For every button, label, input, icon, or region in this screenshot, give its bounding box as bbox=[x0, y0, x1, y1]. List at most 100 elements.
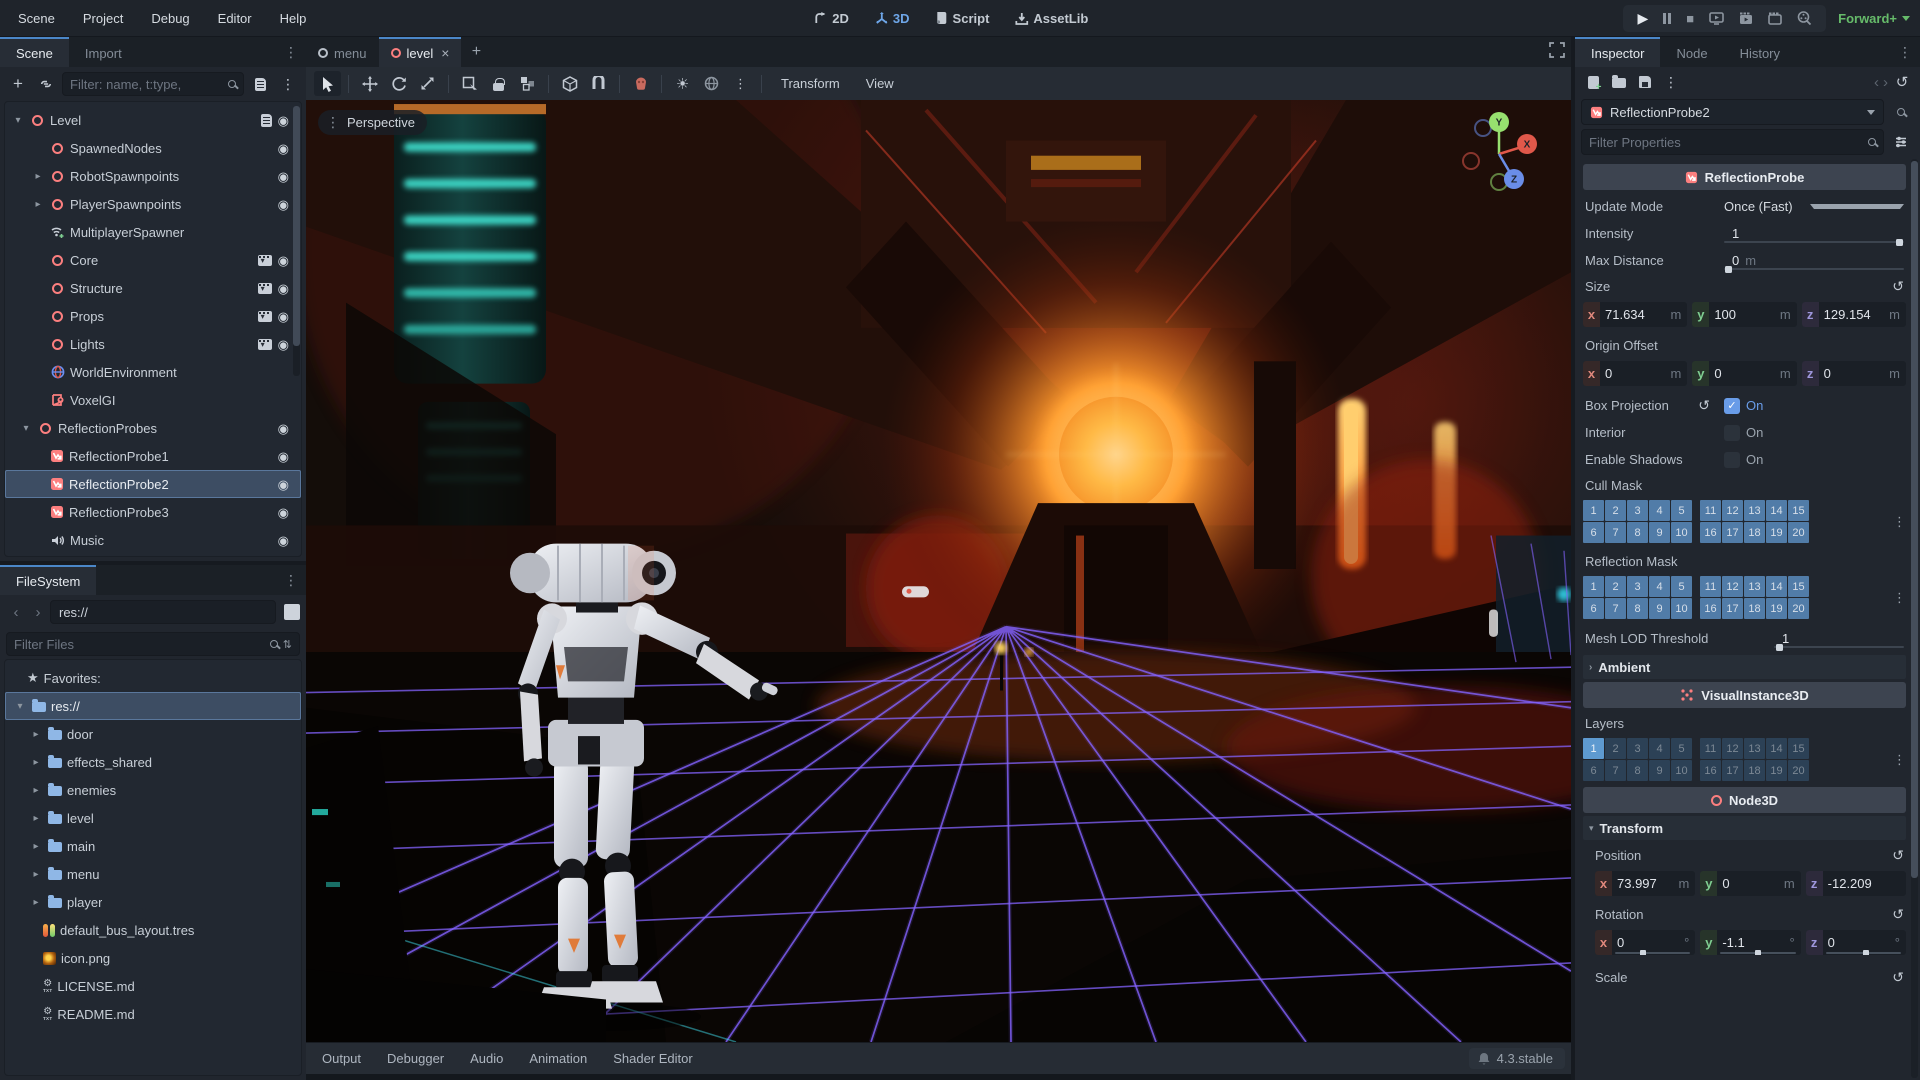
layer-cell-8[interactable]: 8 bbox=[1627, 598, 1648, 619]
class-header-reflectionprobe[interactable]: ReflectionProbe bbox=[1583, 164, 1906, 190]
layer-cell-2[interactable]: 2 bbox=[1605, 576, 1626, 597]
path-field[interactable]: res:// bbox=[50, 600, 276, 624]
movie-maker-button[interactable] bbox=[1797, 11, 1812, 25]
layer-cell-7[interactable]: 7 bbox=[1605, 598, 1626, 619]
layer-cell-11[interactable]: 11 bbox=[1700, 576, 1721, 597]
switch-assetlib-button[interactable]: AssetLib bbox=[1007, 8, 1096, 29]
layer-cell-13[interactable]: 13 bbox=[1744, 500, 1765, 521]
interior-checkbox[interactable] bbox=[1724, 424, 1740, 441]
layer-cell-12[interactable]: 12 bbox=[1722, 738, 1743, 759]
enable-shadows-checkbox[interactable] bbox=[1724, 451, 1740, 468]
layer-cell-9[interactable]: 9 bbox=[1649, 598, 1670, 619]
preview-menu-icon[interactable]: ⋮ bbox=[727, 71, 754, 96]
layers-grid[interactable]: 1 2 3 4 5 11 12 13 14 15 6 7 8 9 10 16 17 18 19 20 bbox=[1583, 738, 1809, 781]
visibility-eye-icon[interactable]: ◉ bbox=[278, 310, 289, 323]
visibility-eye-icon[interactable]: ◉ bbox=[278, 450, 289, 463]
fs-item-player[interactable]: ▸ player bbox=[5, 888, 301, 916]
scene-tree-scrollbar[interactable] bbox=[293, 106, 300, 376]
play-custom-scene-button[interactable] bbox=[1768, 12, 1782, 25]
lock-button[interactable] bbox=[485, 71, 512, 96]
mask-menu-icon[interactable]: ⋮ bbox=[1893, 514, 1906, 530]
view-axis-gizmo[interactable]: Y X Z bbox=[1455, 108, 1543, 196]
mask-menu-icon[interactable]: ⋮ bbox=[1893, 590, 1906, 606]
dock-menu-icon[interactable]: ⋮ bbox=[276, 565, 306, 595]
visibility-eye-icon[interactable]: ◉ bbox=[278, 534, 289, 547]
extra-settings-icon[interactable] bbox=[1888, 129, 1914, 155]
layer-cell-16[interactable]: 16 bbox=[1700, 760, 1721, 781]
list-select-button[interactable] bbox=[456, 71, 483, 96]
collapse-arrow-icon[interactable]: ▾ bbox=[13, 701, 27, 712]
layer-cell-1[interactable]: 1 bbox=[1583, 576, 1604, 597]
fs-item-res-root[interactable]: ▾ res:// bbox=[5, 692, 301, 720]
box-projection-checkbox[interactable]: ✓ bbox=[1724, 397, 1740, 414]
origin-x-field[interactable]: x0m bbox=[1583, 361, 1688, 386]
sort-icon[interactable]: ⇅ bbox=[283, 638, 292, 651]
rotation-y-field[interactable]: y -1.1 ° bbox=[1700, 930, 1801, 955]
reflection-mask-grid[interactable]: 1 2 3 4 5 11 12 13 14 15 6 7 8 9 10 16 17 18 19 20 bbox=[1583, 576, 1809, 619]
tab-inspector[interactable]: Inspector bbox=[1575, 37, 1661, 67]
visibility-eye-icon[interactable]: ◉ bbox=[278, 142, 289, 155]
layer-cell-17[interactable]: 17 bbox=[1722, 760, 1743, 781]
layer-cell-16[interactable]: 16 bbox=[1700, 598, 1721, 619]
rotate-mode-button[interactable] bbox=[385, 71, 412, 96]
tab-audio[interactable]: Audio bbox=[458, 1043, 515, 1074]
expand-arrow-icon[interactable]: ▸ bbox=[29, 897, 43, 908]
scene-filter[interactable] bbox=[62, 72, 244, 96]
layer-cell-2[interactable]: 2 bbox=[1605, 500, 1626, 521]
tab-level-scene[interactable]: level × bbox=[378, 37, 462, 67]
layer-cell-20[interactable]: 20 bbox=[1788, 598, 1809, 619]
snap-magnet-button[interactable] bbox=[585, 71, 612, 96]
object-history-icon[interactable]: ↺ bbox=[1890, 70, 1914, 94]
tab-filesystem[interactable]: FileSystem bbox=[0, 565, 97, 595]
editable-children-icon[interactable] bbox=[257, 310, 272, 322]
tab-node[interactable]: Node bbox=[1660, 37, 1723, 67]
scene-node-props[interactable]: Props ◉ bbox=[5, 302, 301, 330]
view-menu[interactable]: View bbox=[854, 76, 906, 91]
scene-node-reflectionprobe1[interactable]: ReflectionProbe1 ◉ bbox=[5, 442, 301, 470]
layer-cell-7[interactable]: 7 bbox=[1605, 760, 1626, 781]
stop-button[interactable]: ■ bbox=[1686, 11, 1694, 26]
renderer-dropdown[interactable]: Forward+ bbox=[1838, 11, 1910, 26]
scene-node-playerspawnpoints[interactable]: ▸ PlayerSpawnpoints ◉ bbox=[5, 190, 301, 218]
resource-menu-icon[interactable]: ⋮ bbox=[1659, 70, 1683, 94]
layer-cell-18[interactable]: 18 bbox=[1744, 598, 1765, 619]
layer-cell-16[interactable]: 16 bbox=[1700, 522, 1721, 543]
class-header-visualinstance3d[interactable]: VisualInstance3D bbox=[1583, 682, 1906, 708]
layer-cell-18[interactable]: 18 bbox=[1744, 760, 1765, 781]
fs-item-door[interactable]: ▸ door bbox=[5, 720, 301, 748]
cull-mask-grid[interactable]: 1 2 3 4 5 11 12 13 14 15 6 7 8 9 10 16 17 18 19 20 bbox=[1583, 500, 1809, 543]
fs-item-main[interactable]: ▸ main bbox=[5, 832, 301, 860]
fs-item-menu[interactable]: ▸ menu bbox=[5, 860, 301, 888]
tab-history[interactable]: History bbox=[1724, 37, 1796, 67]
layer-cell-1[interactable]: 1 bbox=[1583, 500, 1604, 521]
section-transform[interactable]: ▾ Transform bbox=[1583, 816, 1906, 840]
visibility-eye-icon[interactable]: ◉ bbox=[278, 478, 289, 491]
scene-node-multiplayerspawner[interactable]: MultiplayerSpawner bbox=[5, 218, 301, 246]
expand-arrow-icon[interactable]: ▸ bbox=[29, 841, 43, 852]
update-mode-dropdown[interactable]: Once (Fast) bbox=[1724, 199, 1904, 214]
layer-cell-10[interactable]: 10 bbox=[1671, 760, 1692, 781]
file-filter-input[interactable] bbox=[14, 636, 265, 652]
select-mode-button[interactable] bbox=[314, 71, 341, 96]
layer-cell-10[interactable]: 10 bbox=[1671, 522, 1692, 543]
pause-button[interactable] bbox=[1663, 12, 1672, 24]
scene-node-worldenvironment[interactable]: WorldEnvironment bbox=[5, 358, 301, 386]
editable-children-icon[interactable] bbox=[257, 254, 272, 266]
fs-item-readme[interactable]: ⚙ TXT README.md bbox=[5, 1000, 301, 1028]
revert-icon[interactable]: ↺ bbox=[1892, 847, 1904, 864]
edited-object-dropdown[interactable]: ReflectionProbe2 bbox=[1581, 99, 1884, 125]
open-docs-icon[interactable] bbox=[1888, 99, 1914, 125]
scene-tree-menu-icon[interactable]: ⋮ bbox=[276, 72, 300, 96]
visibility-eye-icon[interactable]: ◉ bbox=[278, 114, 289, 127]
fs-item-default-bus-layout[interactable]: default_bus_layout.tres bbox=[5, 916, 301, 944]
rotation-z-field[interactable]: z 0 ° bbox=[1805, 930, 1906, 955]
menu-project[interactable]: Project bbox=[73, 7, 133, 30]
revert-icon[interactable]: ↺ bbox=[1698, 397, 1710, 414]
favorites-header[interactable]: ★ Favorites: bbox=[5, 664, 301, 692]
expand-arrow-icon[interactable]: ▸ bbox=[29, 757, 43, 768]
expand-arrow-icon[interactable]: ▸ bbox=[31, 171, 45, 182]
visibility-eye-icon[interactable]: ◉ bbox=[278, 282, 289, 295]
layer-cell-14[interactable]: 14 bbox=[1766, 500, 1787, 521]
expand-arrow-icon[interactable]: ▸ bbox=[29, 813, 43, 824]
new-resource-button[interactable] bbox=[1581, 70, 1605, 94]
